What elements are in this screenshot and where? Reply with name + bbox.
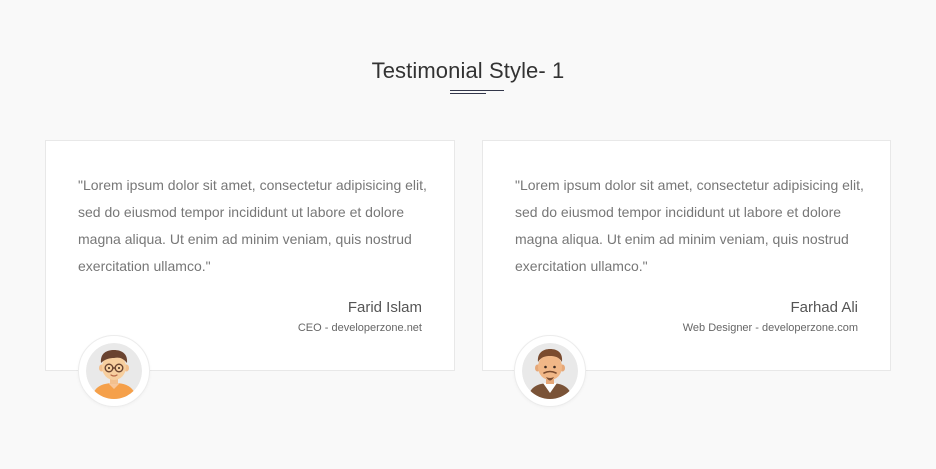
author-name: Farid Islam <box>347 299 422 316</box>
author-role: CEO - developerzone.net <box>297 322 422 334</box>
avatar <box>514 335 586 407</box>
author-role: Web Designer - developerzone.com <box>682 322 858 334</box>
testimonial-quote: "Lorem ipsum dolor sit amet, consectetur… <box>515 177 864 274</box>
title-underline <box>450 90 504 95</box>
avatar-man-beard-icon <box>522 343 578 399</box>
avatar-boy-glasses-icon <box>86 343 142 399</box>
title-underline-short <box>450 93 486 94</box>
avatar <box>78 335 150 407</box>
section-title: Testimonial Style- 1 <box>371 58 565 83</box>
title-underline-long <box>450 90 504 91</box>
author-name: Farhad Ali <box>790 299 858 316</box>
testimonial-quote: "Lorem ipsum dolor sit amet, consectetur… <box>78 177 427 274</box>
